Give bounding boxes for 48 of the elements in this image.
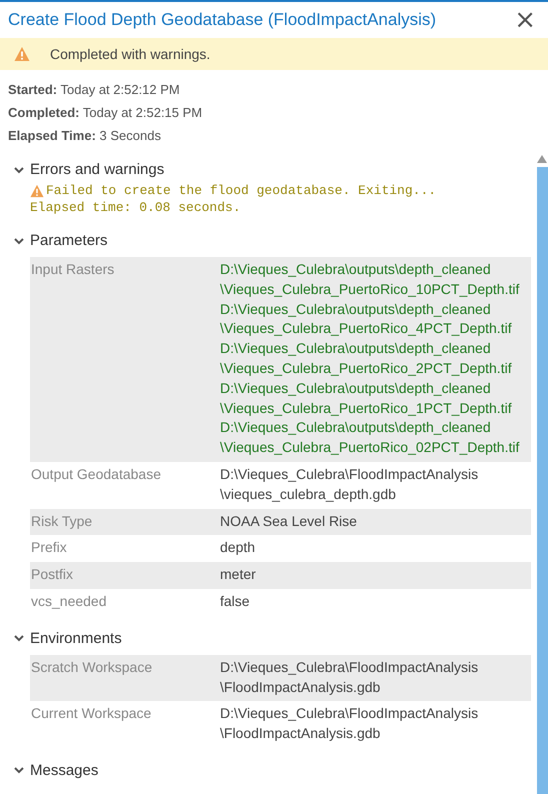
- chevron-icon: [14, 236, 24, 246]
- section-header[interactable]: Parameters: [14, 232, 108, 249]
- parameter-value: D:\Vieques_Culebra\outputs\depth_cleaned: [220, 260, 492, 279]
- section-header[interactable]: Messages: [14, 762, 98, 779]
- parameter-value: D:\Vieques_Culebra\outputs\depth_cleaned: [220, 339, 492, 358]
- parameter-value: D:\Vieques_Culebra\FloodImpactAnalysis: [220, 704, 480, 724]
- info-line: Started: Today at 2:52:12 PM: [8, 82, 181, 97]
- section-header[interactable]: Environments: [14, 630, 122, 647]
- parameter-label: Output Geodatabase: [30, 464, 162, 484]
- scroll-up-icon[interactable]: [537, 155, 547, 163]
- parameter-value: D:\Vieques_Culebra\outputs\depth_cleaned: [220, 418, 492, 438]
- chevron-icon: [14, 633, 24, 644]
- parameter-value: \FloodImpactAnalysis.gdb: [220, 678, 382, 697]
- warning-icon: [30, 184, 44, 198]
- parameter-label: vcs_needed: [30, 592, 108, 611]
- status-text: Completed with warnings.: [50, 46, 210, 62]
- info-line: Elapsed Time: 3 Seconds: [8, 128, 162, 143]
- parameter-value: \Vieques_Culebra_PuertoRico_02PCT_Depth.tif: [220, 438, 520, 458]
- message-text: Failed to create the flood geodatabase. Exiting...: [46, 182, 436, 199]
- parameter-value: \Vieques_Culebra_PuertoRico_1PCT_Depth.tif: [220, 398, 513, 418]
- parameter-value: \vieques_culebra_depth.gdb: [220, 484, 397, 504]
- parameter-value: \FloodImpactAnalysis.gdb: [220, 724, 382, 744]
- parameter-value: D:\Vieques_Culebra\outputs\depth_cleaned: [220, 378, 492, 398]
- chevron-icon: [14, 765, 24, 776]
- scrollbar-thumb[interactable]: [536, 167, 548, 794]
- info-line: Completed: Today at 2:52:15 PM: [8, 105, 204, 120]
- parameter-label: Input Rasters: [30, 260, 116, 279]
- chevron-icon: [14, 164, 24, 174]
- parameter-value: depth: [220, 538, 256, 558]
- parameter-value: \Vieques_Culebra_PuertoRico_2PCT_Depth.tif: [220, 358, 513, 378]
- close-button[interactable]: ×: [510, 7, 540, 33]
- parameter-value: D:\Vieques_Culebra\outputs\depth_cleaned: [220, 300, 492, 319]
- parameter-value: D:\Vieques_Culebra\FloodImpactAnalysis: [220, 464, 480, 484]
- parameter-label: Postfix: [30, 565, 74, 584]
- parameter-label: Prefix: [30, 538, 68, 558]
- message-text: Elapsed time: 0.08 seconds.: [30, 199, 241, 216]
- section-header[interactable]: Errors and warnings: [14, 161, 164, 178]
- parameter-value: D:\Vieques_Culebra\FloodImpactAnalysis: [220, 658, 480, 677]
- parameter-label: Current Workspace: [30, 704, 152, 724]
- window-title: Create Flood Depth Geodatabase (FloodImpactAnalysis): [8, 10, 436, 30]
- parameter-value: \Vieques_Culebra_PuertoRico_10PCT_Depth.tif: [220, 280, 520, 299]
- parameter-value: false: [220, 592, 251, 611]
- parameter-label: Risk Type: [30, 512, 94, 531]
- parameter-label: Scratch Workspace: [30, 658, 154, 677]
- parameter-value: meter: [220, 565, 257, 584]
- parameter-value: NOAA Sea Level Rise: [220, 512, 358, 531]
- parameter-value: \Vieques_Culebra_PuertoRico_4PCT_Depth.tif: [220, 319, 513, 338]
- warning-icon: [14, 46, 30, 62]
